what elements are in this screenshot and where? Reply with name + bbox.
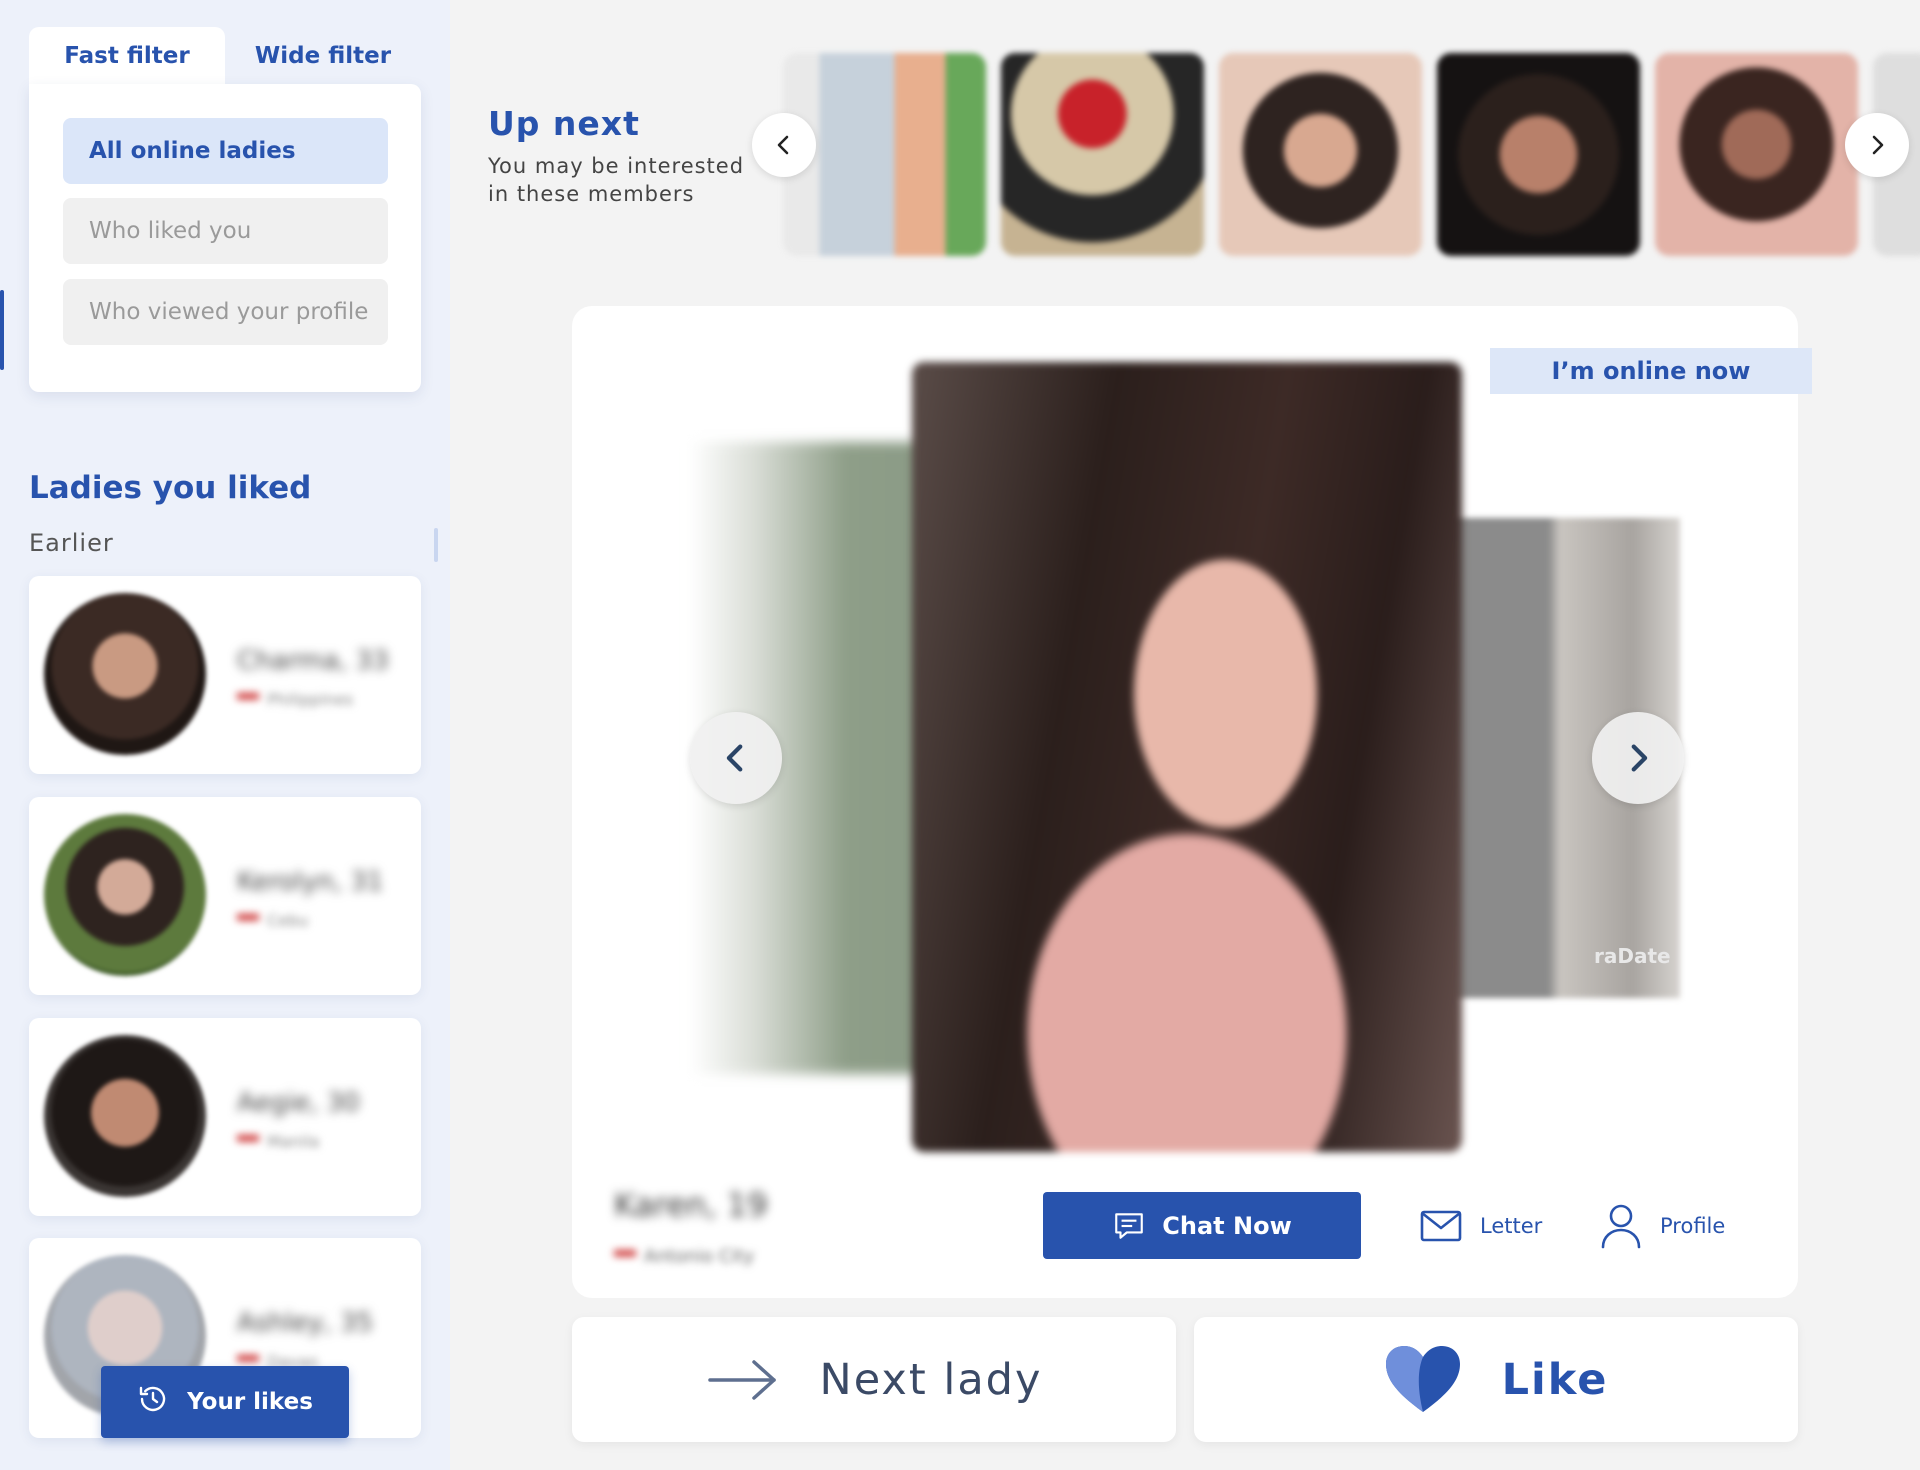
chevron-left-icon (726, 744, 743, 772)
profile-location: Antonio City (614, 1246, 754, 1267)
liked-lady-card[interactable]: Aegie, 30 Manila (29, 1018, 421, 1216)
upnext-thumbnail[interactable] (1219, 53, 1422, 256)
profile-name: Karen, 19 (614, 1186, 768, 1224)
liked-lady-name: Aegie, 30 (237, 1088, 360, 1118)
location-text: Cebu (267, 911, 309, 930)
profile-main-photo[interactable] (912, 362, 1462, 1152)
your-likes-label: Your likes (187, 1389, 313, 1415)
location-text: Philippines (267, 690, 354, 709)
flag-icon (614, 1250, 636, 1263)
liked-section-title: Ladies you liked (29, 470, 312, 506)
upnext-thumbnail[interactable] (1001, 53, 1204, 256)
photo-prev-button[interactable] (690, 712, 782, 804)
profile-button[interactable]: Profile (1600, 1200, 1725, 1252)
liked-lady-card[interactable]: Kerolyn, 31 Cebu (29, 797, 421, 995)
avatar (44, 814, 206, 976)
liked-lady-name: Kerolyn, 31 (237, 867, 384, 897)
liked-section-subtitle: Earlier (29, 529, 114, 557)
scrollbar[interactable] (434, 528, 438, 562)
upnext-prev-button[interactable] (752, 113, 816, 177)
chevron-left-icon (777, 135, 789, 155)
upnext-thumbnail[interactable] (1437, 53, 1640, 256)
filter-panel: All online ladies Who liked you Who view… (29, 84, 421, 392)
liked-lady-card[interactable]: Charma, 33 Philippines (29, 576, 421, 774)
profile-label: Profile (1660, 1214, 1726, 1238)
online-status-badge: I’m online now (1490, 348, 1812, 394)
history-icon (137, 1383, 169, 1421)
upnext-thumbnail[interactable] (1655, 53, 1858, 256)
heart-icon (1385, 1345, 1460, 1412)
tab-fast-filter[interactable]: Fast filter (29, 27, 225, 85)
letter-label: Letter (1480, 1214, 1543, 1238)
chat-now-button[interactable]: Chat Now (1043, 1192, 1361, 1259)
tab-wide-filter[interactable]: Wide filter (225, 27, 421, 85)
liked-lady-name: Charma, 33 (237, 646, 389, 676)
flag-icon (237, 693, 259, 706)
next-lady-label: Next lady (819, 1354, 1043, 1405)
chevron-right-icon (1631, 744, 1648, 772)
location-text: Manila (267, 1132, 320, 1151)
filter-all-online-button[interactable]: All online ladies (63, 118, 388, 184)
upnext-next-button[interactable] (1845, 113, 1909, 177)
sidebar-edge-indicator (0, 290, 4, 370)
filter-tabs: Fast filter Wide filter (29, 27, 421, 85)
like-button[interactable]: Like (1194, 1317, 1798, 1442)
flag-icon (237, 1135, 259, 1148)
liked-lady-location: Philippines (237, 690, 353, 709)
chevron-right-icon (1872, 135, 1884, 155)
like-label: Like (1501, 1354, 1609, 1405)
flag-icon (237, 914, 259, 927)
chat-now-label: Chat Now (1162, 1211, 1292, 1240)
chat-icon (1115, 1212, 1144, 1239)
letter-button[interactable]: Letter (1420, 1200, 1542, 1252)
avatar (44, 1035, 206, 1197)
avatar (44, 593, 206, 755)
location-text: Antonio City (644, 1246, 755, 1267)
upnext-subtitle: You may be interested in these members (488, 154, 745, 206)
filter-who-liked-you-button[interactable]: Who liked you (63, 198, 388, 264)
your-likes-button[interactable]: Your likes (101, 1366, 349, 1438)
liked-lady-name: Ashley, 35 (237, 1308, 374, 1338)
photo-watermark: raDate (1594, 944, 1671, 968)
next-lady-button[interactable]: Next lady (572, 1317, 1176, 1442)
arrow-right-icon (707, 1359, 776, 1400)
filter-who-viewed-button[interactable]: Who viewed your profile (63, 279, 388, 345)
sidebar: Fast filter Wide filter All online ladie… (0, 0, 450, 1470)
liked-lady-location: Cebu (237, 911, 308, 930)
liked-lady-location: Manila (237, 1132, 319, 1151)
mail-icon (1420, 1210, 1462, 1242)
upnext-title: Up next (488, 104, 640, 143)
photo-next-button[interactable] (1592, 712, 1684, 804)
user-icon (1601, 1204, 1641, 1249)
